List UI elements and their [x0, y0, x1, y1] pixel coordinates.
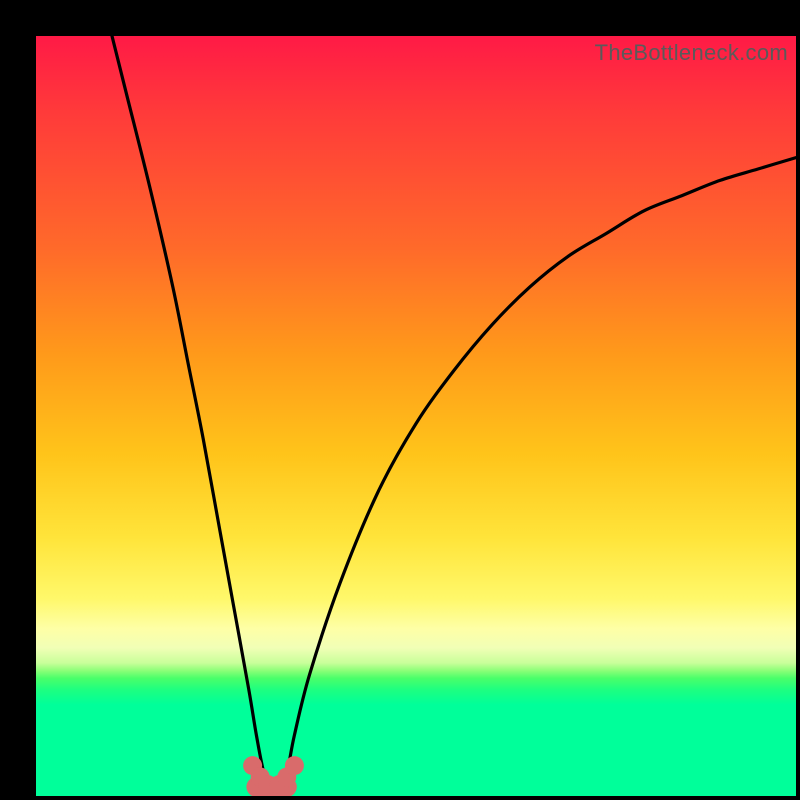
- chart-svg: [36, 36, 796, 796]
- marker-dot: [285, 756, 304, 775]
- plot-area: TheBottleneck.com: [36, 36, 796, 796]
- chart-frame: TheBottleneck.com: [0, 0, 800, 800]
- bottleneck-curve: [112, 36, 796, 790]
